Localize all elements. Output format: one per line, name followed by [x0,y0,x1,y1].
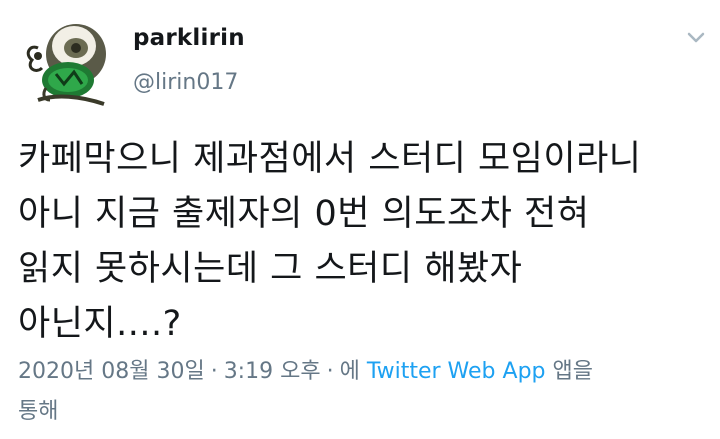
via-suffix-2: 통해 [18,399,59,424]
tweet-text: 카페막으니 제과점에서 스터디 모임이라니 아니 지금 출제자의 0번 의도조차… [18,132,708,352]
avatar[interactable] [16,14,112,110]
tweet-text-line: 아닌지....? [18,304,182,344]
tweet-text-line: 읽지 못하시는데 그 스터디 해봤자 [18,249,523,289]
via-prefix: 에 [339,359,360,384]
tweet-time[interactable]: 3:19 오후 [224,359,321,384]
tweet-text-line: 카페막으니 제과점에서 스터디 모임이라니 [18,139,642,179]
tweet-source-link[interactable]: Twitter Web App [367,359,546,384]
display-name[interactable]: parklirin [133,25,245,51]
tweet-card: parklirin @lirin017 카페막으니 제과점에서 스터디 모임이라… [0,0,720,439]
tweet-meta: 2020년 08월 30일 · 3:19 오후 · 에 Twitter Web App … [18,352,708,432]
via-suffix: 앱을 [552,359,593,384]
chevron-down-icon[interactable] [685,30,707,46]
tweet-meta-line: 2020년 08월 30일 · 3:19 오후 · 에 Twitter Web App … [18,352,708,392]
meta-separator: · [210,359,218,384]
user-handle[interactable]: @lirin017 [133,70,238,95]
tweet-date[interactable]: 2020년 08월 30일 [18,359,205,384]
avatar-image [26,24,106,106]
meta-separator: · [326,359,334,384]
tweet-text-line: 아니 지금 출제자의 0번 의도조차 전혀 [18,194,590,234]
